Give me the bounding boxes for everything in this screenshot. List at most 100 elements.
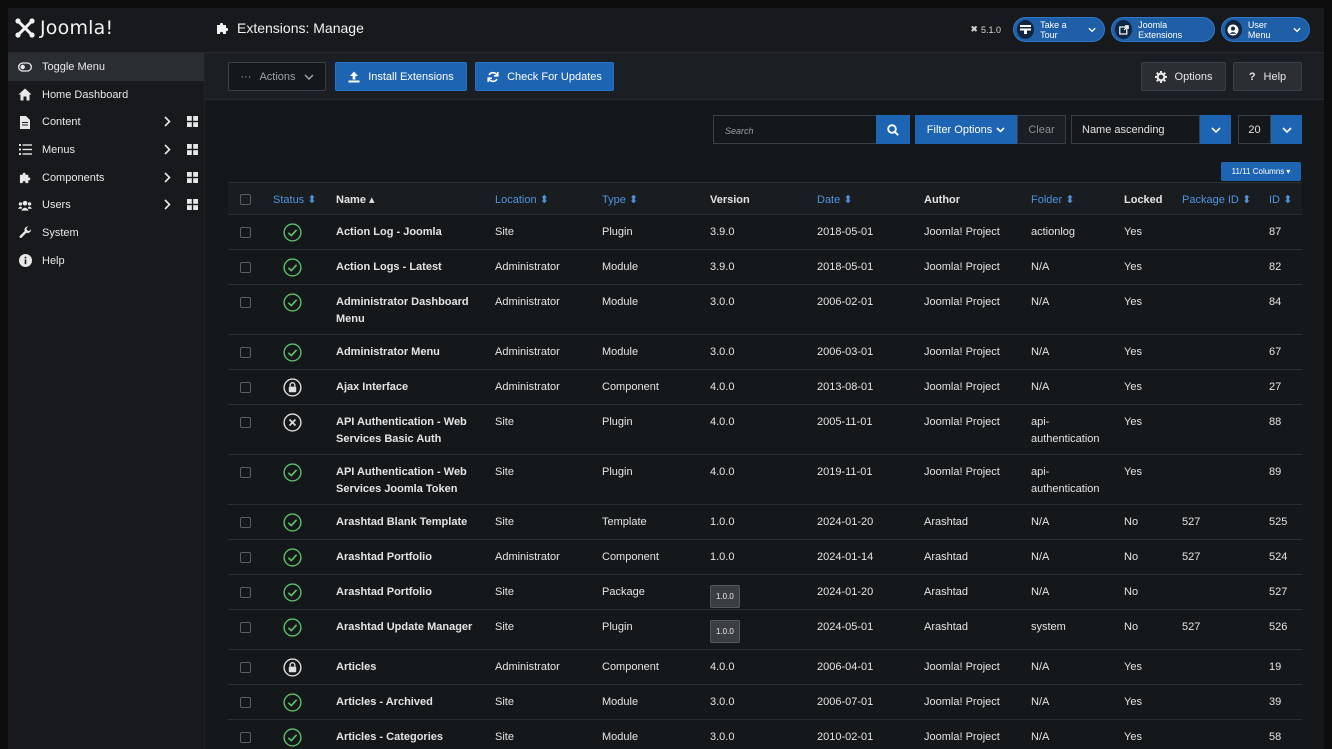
sidebar-item-system[interactable]: System xyxy=(8,219,204,247)
chevron-right-icon[interactable] xyxy=(164,199,171,211)
dashboard-grid-icon[interactable] xyxy=(187,144,198,156)
status-enabled-icon[interactable] xyxy=(283,618,302,637)
column-type[interactable]: Type ⬍ xyxy=(602,192,638,209)
extension-name[interactable]: Administrator Menu xyxy=(336,344,476,361)
table-row[interactable]: Administrator Dashboard Menu Administrato… xyxy=(228,285,1302,335)
extension-name[interactable]: Action Logs - Latest xyxy=(336,259,476,276)
table-row[interactable]: API Authentication - Web Services Joomla… xyxy=(228,455,1302,505)
column-package-id[interactable]: Package ID ⬍ xyxy=(1182,192,1251,209)
filter-options-button[interactable]: Filter Options xyxy=(915,115,1017,144)
header-actions: ✖ 5.1.0 Take a Tour Joomla Extensions Us… xyxy=(970,17,1310,42)
user-menu-button[interactable]: User Menu xyxy=(1221,17,1310,42)
sidebar-item-components[interactable]: Components xyxy=(8,164,204,192)
sidebar-item-toggle-menu[interactable]: Toggle Menu xyxy=(8,53,204,81)
row-checkbox[interactable] xyxy=(240,262,251,273)
status-enabled-icon[interactable] xyxy=(283,258,302,277)
sidebar-item-menus[interactable]: Menus xyxy=(8,136,204,164)
row-checkbox[interactable] xyxy=(240,552,251,563)
status-locked-icon[interactable] xyxy=(283,658,302,677)
row-checkbox[interactable] xyxy=(240,697,251,708)
extension-name[interactable]: Arashtad Portfolio xyxy=(336,584,476,601)
extension-name[interactable]: Arashtad Update Manager xyxy=(336,619,476,636)
status-enabled-icon[interactable] xyxy=(283,728,302,747)
row-checkbox[interactable] xyxy=(240,227,251,238)
row-checkbox[interactable] xyxy=(240,732,251,743)
select-all-checkbox[interactable] xyxy=(240,194,251,205)
search-button[interactable] xyxy=(876,115,910,144)
status-enabled-icon[interactable] xyxy=(283,513,302,532)
table-row[interactable]: Ajax Interface Administrator Component 4.0.… xyxy=(228,370,1302,405)
column-folder[interactable]: Folder ⬍ xyxy=(1031,192,1074,209)
row-checkbox[interactable] xyxy=(240,467,251,478)
table-row[interactable]: Action Log - Joomla Site Plugin 3.9.0 2018-0… xyxy=(228,215,1302,250)
row-checkbox[interactable] xyxy=(240,622,251,633)
extension-name[interactable]: API Authentication - Web Services Joomla… xyxy=(336,464,476,498)
list-limit-select[interactable]: 20 xyxy=(1238,115,1271,144)
table-row[interactable]: Arashtad Portfolio Administrator Component… xyxy=(228,540,1302,575)
chevron-right-icon[interactable] xyxy=(164,144,171,155)
table-row[interactable]: Action Logs - Latest Administrator Module 3… xyxy=(228,250,1302,285)
joomla-extensions-button[interactable]: Joomla Extensions xyxy=(1111,17,1215,42)
take-a-tour-button[interactable]: Take a Tour xyxy=(1013,17,1105,42)
extension-name[interactable]: Ajax Interface xyxy=(336,379,476,396)
row-checkbox[interactable] xyxy=(240,297,251,308)
extension-name[interactable]: Arashtad Portfolio xyxy=(336,549,476,566)
help-button[interactable]: ? Help xyxy=(1233,62,1302,91)
column-date[interactable]: Date ⬍ xyxy=(817,192,853,209)
search-input[interactable]: Search xyxy=(713,115,876,144)
chevron-right-icon[interactable] xyxy=(164,172,171,183)
clear-button[interactable]: Clear xyxy=(1017,115,1066,144)
table-row[interactable]: Arashtad Blank Template Site Template 1.0.0… xyxy=(228,505,1302,540)
dashboard-grid-icon[interactable] xyxy=(187,171,198,183)
row-checkbox[interactable] xyxy=(240,417,251,428)
table-row[interactable]: Articles - Archived Site Module 3.0.0 2006-0… xyxy=(228,685,1302,720)
extension-name[interactable]: Administrator Dashboard Menu xyxy=(336,294,476,328)
table-row[interactable]: Arashtad Update Manager Site Plugin 1.0.0 20… xyxy=(228,610,1302,650)
status-enabled-icon[interactable] xyxy=(283,223,302,242)
row-checkbox[interactable] xyxy=(240,662,251,673)
row-checkbox[interactable] xyxy=(240,347,251,358)
table-row[interactable]: API Authentication - Web Services Basic … xyxy=(228,405,1302,455)
sort-dropdown-button[interactable] xyxy=(1200,115,1231,144)
dashboard-grid-icon[interactable] xyxy=(187,199,198,211)
dashboard-grid-icon[interactable] xyxy=(187,116,198,128)
table-row[interactable]: Arashtad Portfolio Site Package 1.0.0 2024-0… xyxy=(228,575,1302,610)
columns-toggle-button[interactable]: 11/11 Columns ▾ xyxy=(1221,162,1301,181)
column-location[interactable]: Location ⬍ xyxy=(495,192,549,209)
sidebar-item-users[interactable]: Users xyxy=(8,191,204,219)
row-checkbox[interactable] xyxy=(240,587,251,598)
status-enabled-icon[interactable] xyxy=(283,548,302,567)
extension-name[interactable]: Arashtad Blank Template xyxy=(336,514,476,531)
limit-dropdown-button[interactable] xyxy=(1271,115,1302,144)
chevron-right-icon[interactable] xyxy=(164,116,171,127)
column-status[interactable]: Status ⬍ xyxy=(273,192,316,209)
status-enabled-icon[interactable] xyxy=(283,343,302,362)
check-for-updates-button[interactable]: Check For Updates xyxy=(475,62,614,91)
options-button[interactable]: Options xyxy=(1141,62,1226,91)
sidebar-item-help[interactable]: Help xyxy=(8,247,204,275)
extension-name[interactable]: Articles - Archived xyxy=(336,694,476,711)
status-disabled-icon[interactable] xyxy=(283,413,302,432)
sidebar-item-home-dashboard[interactable]: Home Dashboard xyxy=(8,81,204,109)
row-checkbox[interactable] xyxy=(240,517,251,528)
status-enabled-icon[interactable] xyxy=(283,463,302,482)
status-locked-icon[interactable] xyxy=(283,378,302,397)
status-enabled-icon[interactable] xyxy=(283,293,302,312)
extension-name[interactable]: Articles - Categories xyxy=(336,729,476,746)
sidebar-item-content[interactable]: Content xyxy=(8,108,204,136)
column-id[interactable]: ID ⬍ xyxy=(1269,192,1292,209)
table-row[interactable]: Articles Administrator Component 4.0.0 2006-… xyxy=(228,650,1302,685)
joomla-logo[interactable]: Joomla! xyxy=(14,17,113,39)
column-name[interactable]: Name ▴ xyxy=(336,192,375,209)
extension-name[interactable]: API Authentication - Web Services Basic … xyxy=(336,414,476,448)
install-extensions-button[interactable]: Install Extensions xyxy=(335,62,467,91)
actions-button[interactable]: ··· Actions xyxy=(228,62,326,91)
table-row[interactable]: Administrator Menu Administrator Module 3.0… xyxy=(228,335,1302,370)
extension-name[interactable]: Action Log - Joomla xyxy=(336,224,476,241)
row-checkbox[interactable] xyxy=(240,382,251,393)
table-row[interactable]: Articles - Categories Site Module 3.0.0 2010… xyxy=(228,720,1302,749)
sort-select[interactable]: Name ascending xyxy=(1071,115,1200,144)
status-enabled-icon[interactable] xyxy=(283,583,302,602)
extension-name[interactable]: Articles xyxy=(336,659,476,676)
status-enabled-icon[interactable] xyxy=(283,693,302,712)
